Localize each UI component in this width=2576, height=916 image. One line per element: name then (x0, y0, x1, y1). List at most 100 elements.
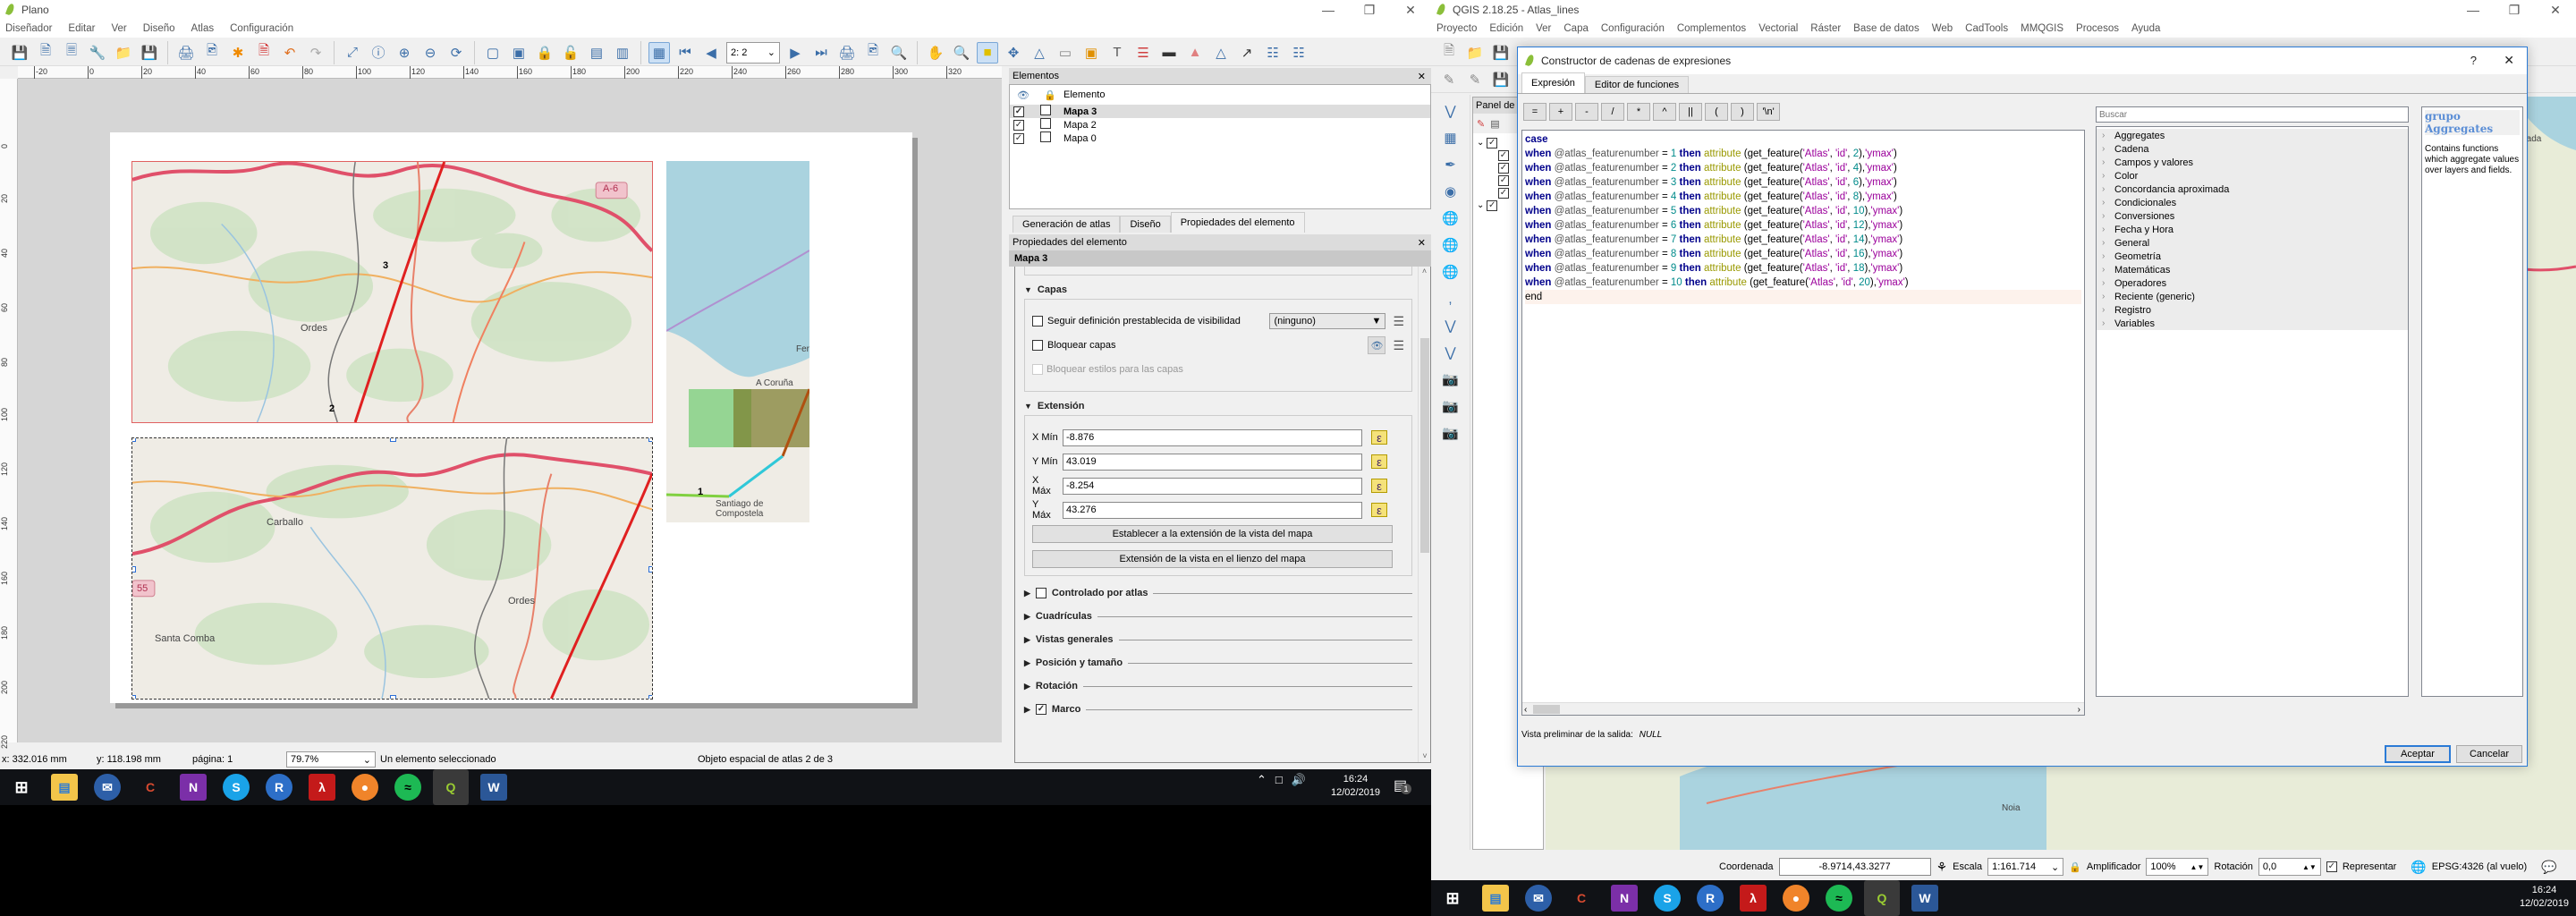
firefox-icon[interactable]: ● (352, 774, 378, 801)
save-icon[interactable]: 💾 (9, 42, 30, 64)
scrollbar-thumb[interactable] (1420, 338, 1429, 553)
toggle-extents-icon[interactable]: ⚘ (1936, 860, 1948, 875)
add-arrow-icon[interactable]: ↗ (1236, 42, 1258, 64)
onenote-icon[interactable]: N (1611, 885, 1638, 912)
menu-mmqgis[interactable]: MMQGIS (2021, 23, 2063, 34)
add-legend-icon[interactable]: ☰ (1132, 42, 1154, 64)
lock-icon[interactable]: 🔒 (534, 42, 555, 64)
visibility-checkbox[interactable]: ✓ (1013, 106, 1024, 117)
spotify-icon[interactable]: ≈ (394, 774, 421, 801)
resize-handle[interactable] (390, 438, 396, 442)
add-image-icon[interactable]: ▣ (1080, 42, 1102, 64)
close-button[interactable]: ✕ (1390, 0, 1431, 20)
coordinate-input[interactable] (1778, 858, 1931, 876)
photo-export-icon[interactable]: 📷 (1440, 422, 1462, 444)
save-project-icon[interactable]: 💾 (1490, 42, 1512, 64)
extent-section-header[interactable]: ▼ Extensión (1015, 392, 1430, 411)
layer-visibility-checkbox[interactable]: ✓ (1498, 175, 1509, 186)
redo-icon[interactable]: ↷ (305, 42, 326, 64)
acrobat-icon[interactable]: λ (1740, 885, 1767, 912)
add-shape-icon[interactable]: ▲ (1184, 42, 1206, 64)
raise-items-icon[interactable]: ▤ (586, 42, 607, 64)
group-icon[interactable]: ▢ (482, 42, 504, 64)
add-spatialite-layer-icon[interactable]: ✒ (1440, 154, 1462, 175)
rotation-spinbox[interactable]: 0,0 ▲▼ (2258, 858, 2321, 876)
lock-checkbox[interactable] (1040, 131, 1051, 142)
resize-handle[interactable] (648, 438, 652, 442)
eventos-camera-icon[interactable]: 📷 (1440, 369, 1462, 390)
function-group-item[interactable]: › Campos y valores (2097, 156, 2408, 169)
menu-diseno[interactable]: Diseño (143, 23, 175, 34)
layer-list-icon[interactable]: ☰ (1393, 338, 1404, 353)
function-group-item[interactable]: › Concordancia aproximada (2097, 182, 2408, 196)
tab-function-editor[interactable]: Editor de funciones (1584, 76, 1690, 93)
function-group-item[interactable]: › Fecha y Hora (2097, 223, 2408, 236)
layer-visibility-checkbox[interactable]: ✓ (1498, 163, 1509, 174)
operator-plus-button[interactable]: + (1549, 103, 1572, 121)
clock[interactable]: 16:24 12/02/2019 (1331, 773, 1380, 800)
scrollbar-thumb[interactable] (1533, 705, 1560, 714)
resize-handle[interactable] (648, 566, 652, 572)
add-delimited-text-icon[interactable]: , (1440, 288, 1462, 310)
function-group-item[interactable]: › Conversiones (2097, 209, 2408, 223)
move-item-content-icon[interactable]: ✥ (1003, 42, 1024, 64)
close-icon[interactable]: ✕ (1418, 71, 1426, 82)
undo-icon[interactable]: ↶ (279, 42, 301, 64)
ccleaner-icon[interactable]: C (137, 774, 164, 801)
data-defined-override-icon[interactable]: ε (1371, 479, 1387, 493)
atlas-settings-icon[interactable]: 🔍 (888, 42, 910, 64)
photo-tag-icon[interactable]: 📷 (1440, 395, 1462, 417)
resize-handle[interactable] (132, 566, 136, 572)
properties-scrollbar[interactable]: ˄ ˅ (1418, 267, 1430, 762)
add-map-icon[interactable]: ▭ (1055, 42, 1076, 64)
current-edits-icon[interactable]: ✎ (1438, 69, 1460, 90)
operator-divide-button[interactable]: / (1601, 103, 1624, 121)
scroll-left-icon[interactable]: ‹ (1524, 703, 1527, 717)
menu-proyecto[interactable]: Proyecto (1436, 23, 1477, 34)
function-group-item[interactable]: › General (2097, 236, 2408, 250)
element-row[interactable]: ✓ Mapa 2 (1010, 118, 1430, 131)
layer-visibility-checkbox[interactable]: ✓ (1498, 188, 1509, 199)
file-explorer-icon[interactable]: ▤ (1482, 885, 1509, 912)
lock-checkbox[interactable] (1040, 118, 1051, 129)
tray-chevron-up-icon[interactable]: ⌃ (1257, 773, 1267, 787)
function-group-item[interactable]: › Variables (2097, 317, 2408, 330)
render-checkbox[interactable]: ✓ (2326, 861, 2337, 872)
skype-icon[interactable]: S (223, 774, 250, 801)
r-icon[interactable]: R (266, 774, 292, 801)
export-atlas-image-icon[interactable]: 🖻 (862, 42, 884, 64)
pan-hand-icon[interactable]: ✋ (925, 42, 946, 64)
xmin-input[interactable] (1063, 428, 1362, 446)
menu-ver[interactable]: Ver (1536, 23, 1551, 34)
menu-capa[interactable]: Capa (1563, 23, 1589, 34)
print-atlas-icon[interactable]: 🖨 (836, 42, 858, 64)
export-svg-icon[interactable]: ✱ (227, 42, 249, 64)
ungroup-icon[interactable]: ▣ (508, 42, 530, 64)
zoom-actual-icon[interactable]: ⓘ (368, 42, 389, 64)
menu-ver[interactable]: Ver (111, 23, 126, 34)
maximize-button[interactable]: ❐ (1349, 0, 1390, 20)
element-row[interactable]: ✓ Mapa 0 (1010, 131, 1430, 145)
new-layer-icon[interactable]: ⋁ (1440, 342, 1462, 363)
new-composer-icon[interactable]: 🗎 (35, 42, 56, 64)
function-group-item[interactable]: › Matemáticas (2097, 263, 2408, 276)
set-to-map-extent-button[interactable]: Establecer a la extensión de la vista de… (1032, 525, 1393, 543)
section-position-size[interactable]: ▶ Posición y tamaño (1024, 651, 1412, 674)
r-icon[interactable]: R (1697, 885, 1724, 912)
accept-button[interactable]: Aceptar (2385, 745, 2451, 763)
tab-expression[interactable]: Expresión (1521, 72, 1585, 93)
firefox-icon[interactable]: ● (1783, 885, 1809, 912)
operator-newline-button[interactable]: '\n' (1757, 103, 1780, 121)
lock-layers-checkbox[interactable] (1032, 340, 1043, 351)
add-wfs-layer-icon[interactable]: 🌐 (1440, 261, 1462, 283)
menu-configuracion[interactable]: Configuración (230, 23, 293, 34)
visibility-checkbox[interactable]: ✓ (1013, 120, 1024, 131)
print-icon[interactable]: 🖨 (175, 42, 197, 64)
view-extent-in-canvas-button[interactable]: Extensión de la vista en el lienzo del m… (1032, 550, 1393, 568)
zoom-out-icon[interactable]: ⊖ (419, 42, 441, 64)
windows-start-icon[interactable]: ⊞ (8, 774, 35, 801)
word-icon[interactable]: W (480, 774, 507, 801)
follow-preset-checkbox[interactable] (1032, 316, 1043, 327)
thunderbird-icon[interactable]: ✉ (1525, 885, 1552, 912)
menu-editar[interactable]: Editar (68, 23, 95, 34)
